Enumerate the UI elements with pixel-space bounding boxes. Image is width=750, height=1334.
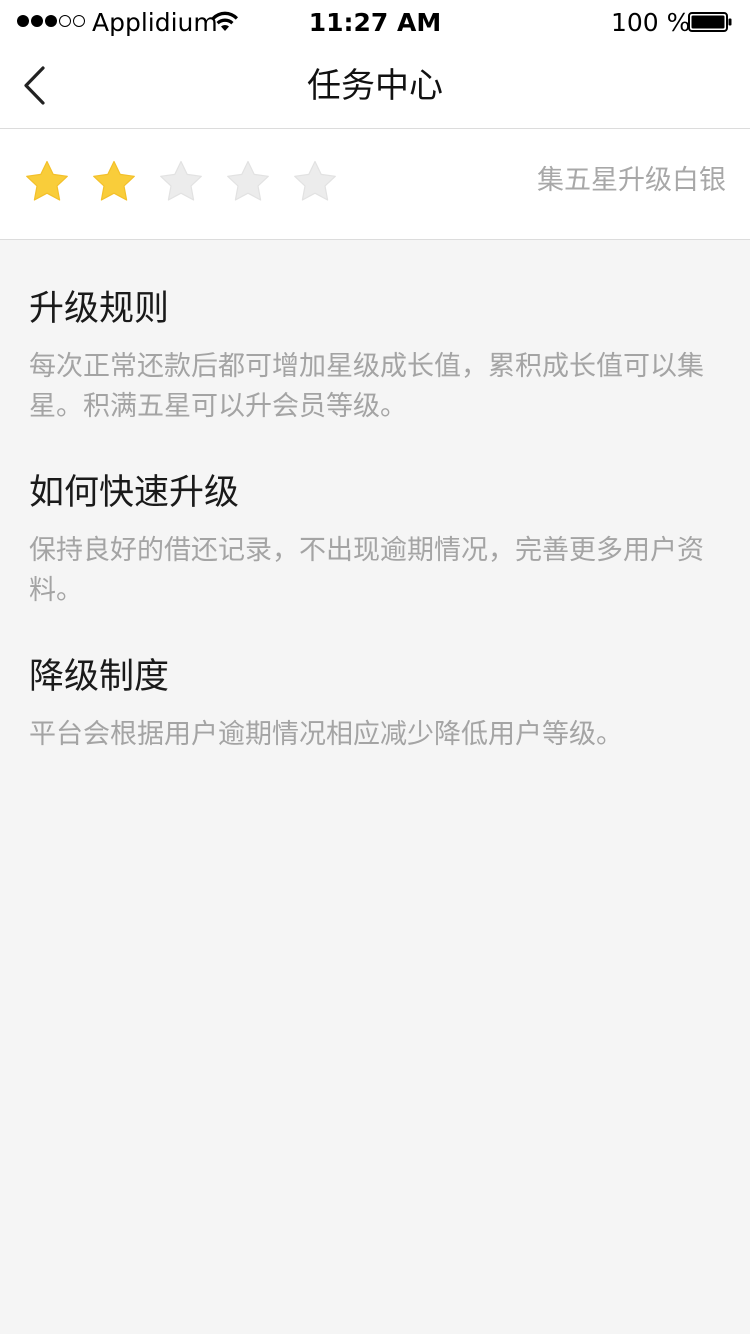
screen: Applidium 11:27 AM 100 % 任务中心 集五星升级白银 升级… [0,0,750,1334]
level-rating-card: 集五星升级白银 [0,129,750,240]
star-empty-icon [227,160,269,201]
section-body: 保持良好的借还记录，不出现逾期情况，完善更多用户资料。 [29,535,704,606]
section-body: 平台会根据用户逾期情况相应减少降低用户等级。 [29,719,623,750]
battery-percentage: 100 % [611,8,691,37]
star-filled-icon [26,160,68,201]
section-title: 升级规则 [29,289,170,329]
star-empty-icon [294,160,336,201]
star-filled-icon [93,160,135,201]
upgrade-hint: 集五星升级白银 [537,165,726,196]
section-upgrade-rules: 升级规则 每次正常还款后都可增加星级成长值，累积成长值可以集星。积满五星可以升会… [29,285,725,427]
section-title: 如何快速升级 [29,473,240,513]
battery-icon [688,12,732,32]
section-downgrade-policy: 降级制度 平台会根据用户逾期情况相应减少降低用户等级。 [29,653,725,755]
rules-content: 升级规则 每次正常还款后都可增加星级成长值，累积成长值可以集星。积满五星可以升会… [29,285,725,797]
star-empty-icon [160,160,202,201]
page-title: 任务中心 [307,66,443,106]
section-body: 每次正常还款后都可增加星级成长值，累积成长值可以集星。积满五星可以升会员等级。 [29,351,704,422]
status-bar: Applidium 11:27 AM 100 % [0,0,750,44]
nav-bar: 任务中心 [0,44,750,129]
section-title: 降级制度 [29,657,170,697]
section-fast-upgrade: 如何快速升级 保持良好的借还记录，不出现逾期情况，完善更多用户资料。 [29,469,725,611]
star-rating [24,159,338,205]
